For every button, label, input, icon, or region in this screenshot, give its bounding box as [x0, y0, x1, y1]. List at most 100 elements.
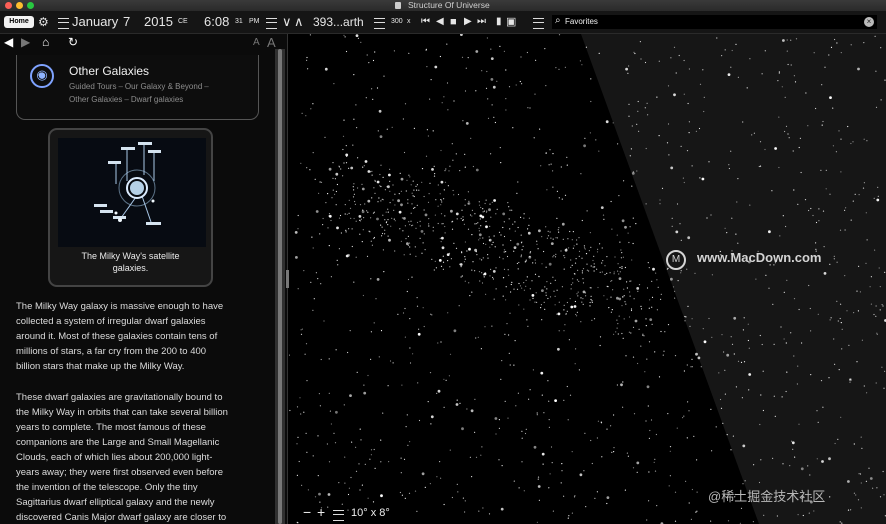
- rate-menu-icon[interactable]: [374, 18, 385, 29]
- galaxy-point: [576, 311, 578, 313]
- minimize-window-button[interactable]: [16, 2, 23, 9]
- galaxy-point: [736, 201, 738, 203]
- galaxy-point: [863, 138, 865, 140]
- galaxy-point: [388, 238, 391, 242]
- galaxy-point: [671, 217, 673, 219]
- back-icon[interactable]: ◀: [4, 35, 13, 49]
- skip-forward-icon[interactable]: ⏭: [477, 11, 486, 33]
- text-line: The Milky Way galaxy is massive enough t…: [16, 301, 224, 312]
- view-menu-icon[interactable]: [533, 18, 544, 29]
- time-seconds[interactable]: 31: [235, 11, 243, 33]
- galaxy-point: [415, 255, 417, 257]
- galaxy-point: [346, 213, 348, 215]
- galaxy-point: [644, 371, 646, 373]
- galaxy-point: [660, 293, 662, 295]
- galaxy-point: [370, 449, 373, 451]
- favorites-search-field[interactable]: ⌕ Favorites ×: [552, 15, 877, 29]
- home-button[interactable]: Home: [4, 16, 34, 28]
- galaxy-point: [815, 107, 817, 110]
- galaxy-point: [561, 198, 563, 200]
- panel-left-icon[interactable]: ▮: [496, 11, 502, 33]
- galaxy-point: [314, 496, 317, 498]
- galaxy-point: [468, 200, 470, 202]
- time-menu-icon[interactable]: [266, 18, 277, 29]
- close-window-button[interactable]: [5, 2, 12, 9]
- galaxy-point: [648, 341, 651, 343]
- step-back-icon[interactable]: ◀: [436, 11, 444, 33]
- sidebar-scrollbar[interactable]: [275, 49, 285, 524]
- galaxy-point: [324, 67, 328, 71]
- forward-icon[interactable]: ▶: [21, 35, 30, 49]
- galaxy-point: [784, 130, 786, 133]
- close-icon[interactable]: ×: [864, 17, 874, 27]
- galaxy-point: [394, 250, 396, 252]
- galaxy-point: [638, 328, 640, 330]
- time-rate[interactable]: 300: [391, 11, 403, 33]
- date-year[interactable]: 2015: [144, 11, 173, 33]
- galaxy-point: [602, 214, 605, 216]
- skip-back-icon[interactable]: ⏮: [421, 11, 430, 33]
- galaxy-point: [649, 429, 651, 432]
- zoom-out-button[interactable]: −: [303, 504, 311, 520]
- location-label[interactable]: 393...arth: [313, 11, 364, 33]
- time-clock[interactable]: 6:08: [204, 11, 229, 33]
- look-up-button[interactable]: ∧: [294, 11, 304, 33]
- galaxy-point: [400, 203, 403, 207]
- breadcrumb-item[interactable]: Our Galaxy & Beyond: [125, 82, 202, 91]
- time-ampm[interactable]: PM: [249, 11, 260, 33]
- font-larger-button[interactable]: A: [267, 35, 276, 50]
- sky-view[interactable]: − + 10° x 8° M www.MacDown.com @稀土掘金技术社区: [289, 34, 886, 524]
- galaxy-point: [730, 150, 732, 152]
- galaxy-point: [876, 198, 880, 202]
- stop-icon[interactable]: ■: [450, 11, 457, 33]
- maximize-window-button[interactable]: [27, 2, 34, 9]
- date-day[interactable]: 7: [123, 11, 130, 33]
- galaxy-point: [823, 272, 827, 275]
- galaxy-point: [574, 495, 576, 497]
- date-month[interactable]: January: [72, 11, 118, 33]
- breadcrumb-item[interactable]: Guided Tours: [69, 82, 116, 91]
- scrollbar-thumb[interactable]: [278, 49, 282, 524]
- galaxy-point: [697, 356, 701, 360]
- galaxy-point: [303, 411, 305, 413]
- play-icon[interactable]: ▶: [464, 11, 472, 33]
- breadcrumb-item[interactable]: Other Galaxies: [69, 95, 122, 104]
- galaxy-point: [541, 394, 543, 396]
- galaxy-point: [455, 403, 459, 406]
- galaxy-point: [481, 215, 485, 219]
- galaxy-point: [353, 118, 355, 120]
- font-smaller-button[interactable]: A: [253, 37, 260, 48]
- zoom-menu-icon[interactable]: [333, 510, 344, 521]
- galaxy-point: [492, 278, 494, 280]
- breadcrumb-item[interactable]: Dwarf galaxies: [131, 95, 183, 104]
- galaxy-point: [355, 220, 357, 222]
- layout-icon[interactable]: ▣: [506, 11, 516, 33]
- current-location-card[interactable]: ◉ Other Galaxies Guided Tours – Our Galaxy…: [16, 55, 259, 120]
- menu-icon[interactable]: [58, 18, 69, 29]
- zoom-in-button[interactable]: +: [317, 504, 325, 520]
- main-toolbar: Home ⚙ January 7 2015 CE 6:08 31 PM ∨ ∧ …: [0, 11, 886, 34]
- satellite-galaxies-image-card[interactable]: The Milky Way's satellite galaxies.: [48, 128, 213, 287]
- galaxy-point: [569, 298, 571, 300]
- galaxy-point: [483, 276, 485, 278]
- galaxy-point: [416, 189, 418, 191]
- galaxy-point: [330, 423, 332, 425]
- galaxy-point: [642, 333, 644, 335]
- galaxy-point: [331, 197, 333, 199]
- satellite-galaxies-thumbnail[interactable]: [58, 138, 206, 247]
- galaxy-point: [810, 330, 812, 332]
- date-era[interactable]: CE: [178, 11, 188, 33]
- galaxy-point: [523, 490, 525, 492]
- galaxy-point: [481, 272, 483, 274]
- look-down-button[interactable]: ∨: [282, 11, 292, 33]
- galaxy-point: [821, 124, 823, 126]
- galaxy-map[interactable]: [289, 34, 886, 524]
- galaxy-point: [369, 458, 371, 460]
- galaxy-point: [476, 223, 478, 225]
- refresh-icon[interactable]: ↻: [68, 35, 78, 49]
- galaxy-point: [742, 121, 744, 123]
- telescope-icon[interactable]: ⚙: [38, 11, 49, 33]
- home-icon[interactable]: ⌂: [42, 35, 49, 49]
- galaxy-point: [499, 147, 501, 149]
- galaxy-point: [495, 288, 497, 290]
